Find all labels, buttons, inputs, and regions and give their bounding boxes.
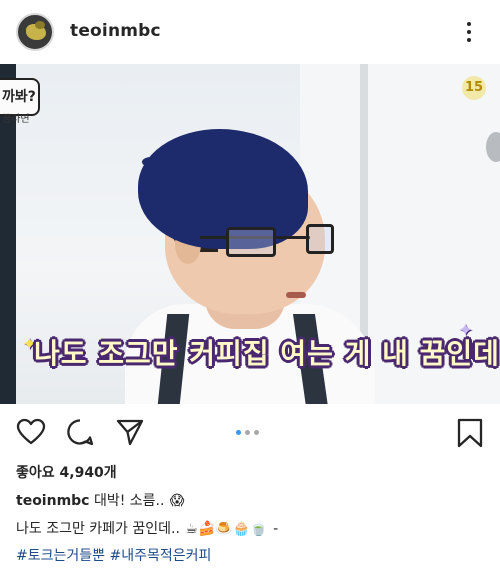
person-mouth [286,292,306,298]
caption-line-2: 나도 조그만 카페가 꿈인데.. ☕🍰🍮🧁🍵 - [16,518,278,538]
food-emojis: ☕🍰🍮🧁🍵 [185,521,268,537]
post-photo[interactable]: 까봐? 꿈라면 15 ✦ 나도 조그만 커피집 여는 게 내 꿈인데 ✦ [0,64,500,404]
bookmark-icon[interactable] [456,418,484,448]
comment-icon[interactable] [66,418,94,446]
sparkle-icon: ✦ [458,320,474,341]
caption-hashtags: #토크는거들뿐 #내주목적은커피 [16,545,211,565]
hashtag-link[interactable]: #토크는거들뿐 [16,548,105,564]
show-sign-sub: 꿈라면 [2,114,30,125]
background-knob [486,132,500,162]
caption-line-1: teoinmbc 대박! 소름.. 😱 [16,490,185,510]
post-username[interactable]: teoinmbc [70,21,161,41]
carousel-dots [236,430,266,436]
send-icon[interactable] [116,418,144,446]
person-beret [138,129,308,249]
heart-icon[interactable] [16,418,46,446]
glasses-left-lens [226,227,276,257]
hashtag-link[interactable]: #내주목적은커피 [109,548,211,564]
more-vertical-icon[interactable] [462,18,476,46]
video-caption: 나도 조그만 커피집 여는 게 내 꿈인데 [34,337,500,370]
avatar-image-detail [35,21,45,29]
caption-text-1: 대박! 소름.. [93,493,165,509]
likes-count[interactable]: 좋아요 4,940개 [16,462,117,482]
episode-badge: 15 [462,76,486,100]
post-header: teoinmbc [0,0,500,64]
caption-username[interactable]: teoinmbc [16,493,89,509]
caption-text-2: 나도 조그만 카페가 꿈인데.. [16,521,180,537]
profile-avatar[interactable] [16,13,54,51]
caption-dash: - [273,521,279,537]
glasses-right-lens [306,224,334,254]
scream-emoji: 😱 [169,493,185,509]
beret-tip [142,157,160,167]
